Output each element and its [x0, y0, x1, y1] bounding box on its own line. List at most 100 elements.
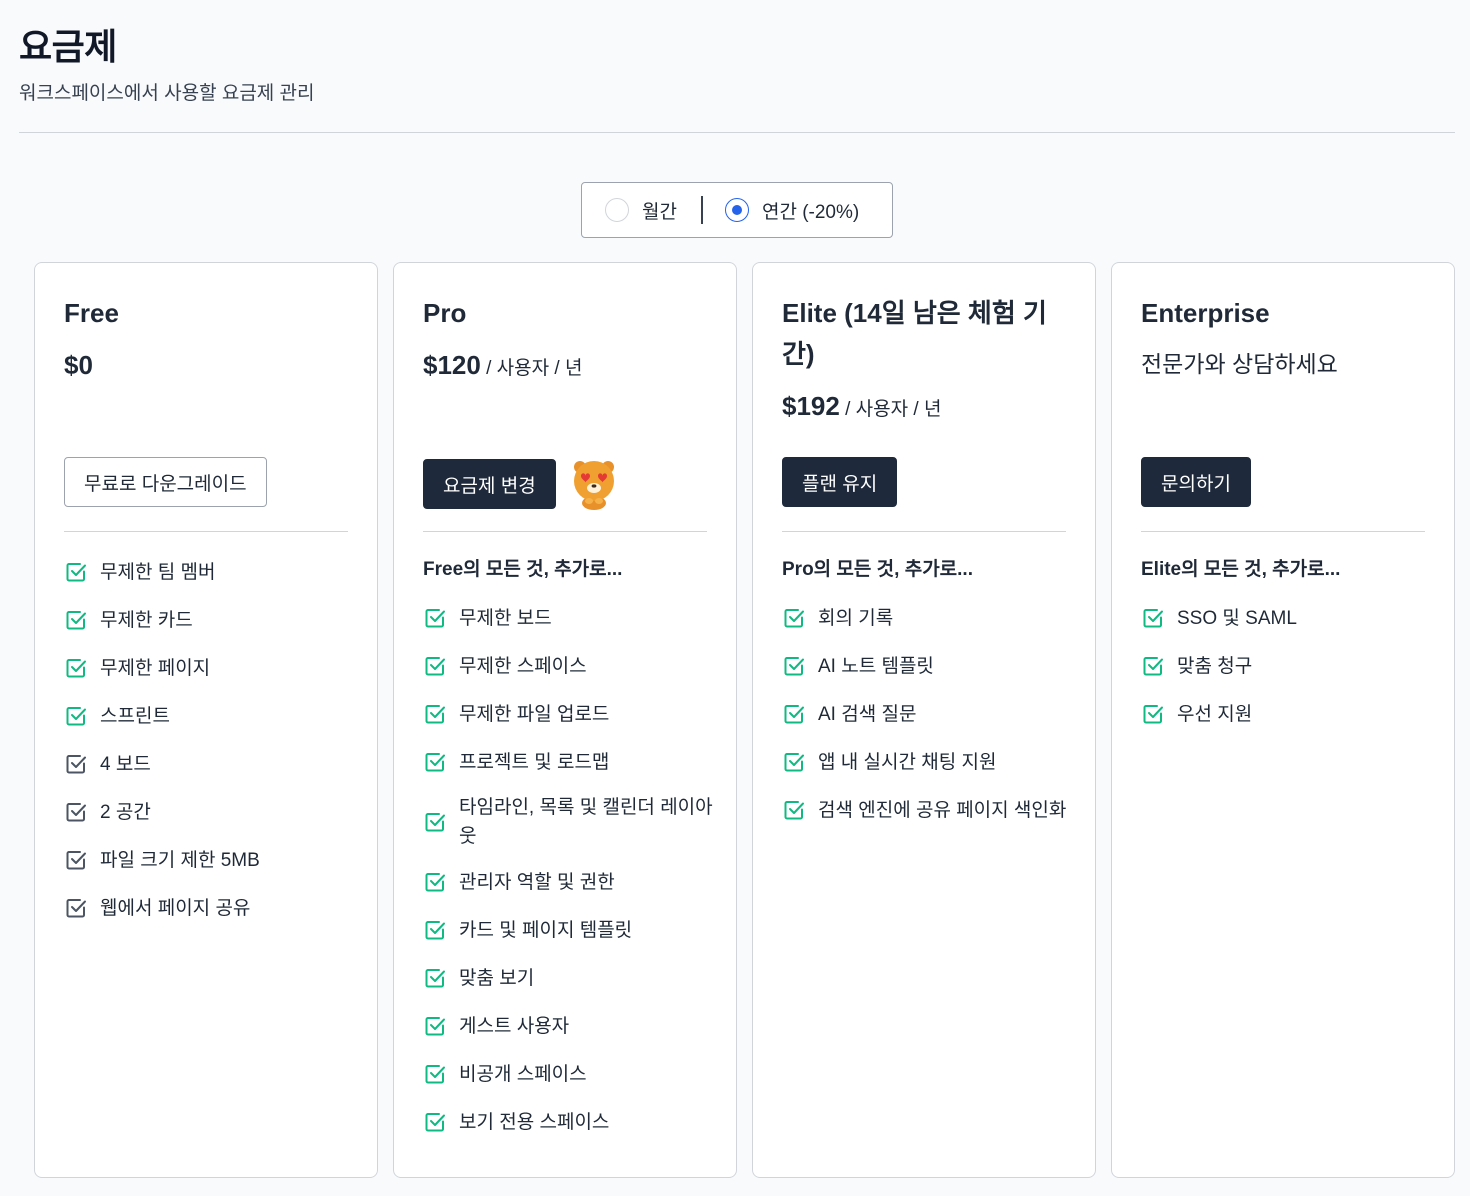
check-square-green-icon	[425, 921, 445, 940]
check-square-gray-icon	[66, 755, 86, 774]
check-square-green-icon	[425, 657, 445, 676]
billing-period-toggle: 월간 연간 (-20%)	[581, 182, 893, 238]
check-square-gray-icon	[66, 851, 86, 870]
check-square-green-icon	[66, 659, 86, 678]
downgrade-free-button[interactable]: 무료로 다운그레이드	[64, 457, 267, 507]
feature-item: 프로젝트 및 로드맵	[423, 745, 724, 779]
feature-item: 보기 전용 스페이스	[423, 1105, 724, 1139]
features-intro: Pro의 모든 것, 추가로...	[782, 559, 973, 580]
feature-item: 무제한 페이지	[64, 651, 365, 685]
feature-label: 스프린트	[100, 705, 170, 727]
card-divider	[423, 531, 707, 532]
feature-item: 무제한 보드	[423, 601, 724, 635]
monthly-radio[interactable]	[605, 198, 629, 222]
feature-label: 파일 크기 제한 5MB	[100, 849, 260, 871]
feature-label: 웹에서 페이지 공유	[100, 897, 251, 919]
check-square-green-icon	[425, 873, 445, 892]
check-square-green-icon	[425, 969, 445, 988]
plan-card-enterprise: Enterprise 전문가와 상담하세요 문의하기 Elite의 모든 것, …	[1111, 262, 1455, 1178]
plan-card-free: Free $0 무료로 다운그레이드 무제한 팀 멤버무제한 카드무제한 페이지…	[34, 262, 378, 1178]
header-divider	[19, 132, 1455, 133]
feature-label: 무제한 보드	[459, 607, 552, 629]
feature-item: 타임라인, 목록 및 캘린더 레이아웃	[423, 793, 724, 851]
feature-label: 무제한 스페이스	[459, 655, 587, 677]
price-unit: / 사용자 / 년	[839, 399, 942, 420]
feature-item: 파일 크기 제한 5MB	[64, 843, 365, 877]
feature-label: 2 공간	[100, 801, 151, 823]
check-square-green-icon	[784, 753, 804, 772]
feature-item: 2 공간	[64, 795, 365, 829]
check-square-green-icon	[425, 1017, 445, 1036]
feature-item: 웹에서 페이지 공유	[64, 891, 365, 925]
yearly-label: 연간 (-20%)	[761, 201, 860, 223]
check-square-green-icon	[66, 563, 86, 582]
toggle-separator	[700, 196, 703, 224]
feature-label: 카드 및 페이지 템플릿	[459, 919, 633, 941]
feature-label: 회의 기록	[818, 607, 894, 629]
feature-item: 관리자 역할 및 권한	[423, 865, 724, 899]
card-divider	[1141, 531, 1425, 532]
feature-label: 보기 전용 스페이스	[459, 1111, 610, 1133]
check-square-green-icon	[66, 611, 86, 630]
feature-item: 맞춤 보기	[423, 961, 724, 995]
plan-price: $192 / 사용자 / 년	[782, 391, 1066, 422]
plan-name: Free	[64, 298, 119, 328]
price-unit: / 사용자 / 년	[480, 358, 583, 379]
plan-price: $0	[64, 350, 348, 381]
yearly-radio[interactable]	[724, 198, 749, 222]
feature-item: 맞춤 청구	[1141, 649, 1442, 683]
contact-sales-button[interactable]: 문의하기	[1141, 457, 1251, 507]
feature-label: 무제한 페이지	[100, 657, 211, 679]
price-amount: $192	[782, 391, 840, 421]
feature-label: 검색 엔진에 공유 페이지 색인화	[818, 799, 1067, 821]
check-square-green-icon	[425, 753, 445, 772]
check-square-green-icon	[784, 657, 804, 676]
check-square-green-icon	[1143, 705, 1163, 724]
feature-item: 앱 내 실시간 채팅 지원	[782, 745, 1083, 779]
check-square-green-icon	[784, 609, 804, 628]
check-square-green-icon	[425, 1113, 445, 1132]
check-square-green-icon	[784, 801, 804, 820]
feature-label: 프로젝트 및 로드맵	[459, 751, 610, 773]
feature-label: AI 검색 질문	[818, 703, 917, 725]
check-square-green-icon	[425, 1065, 445, 1084]
feature-label: 타임라인, 목록 및 캘린더 레이아웃	[459, 797, 713, 847]
keep-plan-button[interactable]: 플랜 유지	[782, 457, 898, 507]
billing-yearly-option[interactable]: 연간 (-20%)	[724, 197, 860, 224]
page-header: 요금제 워크스페이스에서 사용할 요금제 관리	[19, 24, 315, 105]
price-amount: $0	[64, 350, 93, 380]
feature-list: 무제한 팀 멤버무제한 카드무제한 페이지스프린트 4 보드 2 공간파일 크기 제…	[64, 555, 365, 939]
plan-name: Pro	[423, 298, 467, 328]
feature-label: 맞춤 청구	[1177, 655, 1253, 677]
feature-label: 무제한 카드	[100, 609, 193, 631]
monthly-label: 월간	[642, 201, 677, 223]
page-title: 요금제	[19, 26, 117, 67]
plan-price-contact: 전문가와 상담하세요	[1141, 351, 1338, 377]
features-intro: Elite의 모든 것, 추가로...	[1141, 559, 1341, 580]
check-square-green-icon	[1143, 657, 1163, 676]
page-subtitle: 워크스페이스에서 사용할 요금제 관리	[19, 83, 315, 104]
check-square-green-icon	[425, 813, 445, 832]
check-square-green-icon	[425, 609, 445, 628]
feature-item: 게스트 사용자	[423, 1009, 724, 1043]
check-square-green-icon	[425, 705, 445, 724]
feature-item: 검색 엔진에 공유 페이지 색인화	[782, 793, 1083, 827]
feature-item: 무제한 팀 멤버	[64, 555, 365, 589]
billing-monthly-option[interactable]: 월간	[605, 197, 677, 224]
feature-label: 4 보드	[100, 753, 151, 775]
check-square-gray-icon	[66, 899, 86, 918]
plan-price: $120 / 사용자 / 년	[423, 352, 707, 381]
feature-label: 앱 내 실시간 채팅 지원	[818, 751, 997, 773]
feature-label: 우선 지원	[1177, 703, 1253, 725]
feature-label: 맞춤 보기	[459, 967, 535, 989]
feature-item: 회의 기록	[782, 601, 1083, 635]
card-divider	[782, 531, 1066, 532]
check-square-green-icon	[784, 705, 804, 724]
feature-item: AI 검색 질문	[782, 697, 1083, 731]
plan-name: Enterprise	[1141, 298, 1270, 328]
feature-label: 무제한 팀 멤버	[100, 561, 216, 583]
change-plan-button[interactable]: 요금제 변경	[423, 459, 556, 509]
feature-item: 무제한 카드	[64, 603, 365, 637]
feature-item: 우선 지원	[1141, 697, 1442, 731]
feature-label: 관리자 역할 및 권한	[459, 871, 615, 893]
